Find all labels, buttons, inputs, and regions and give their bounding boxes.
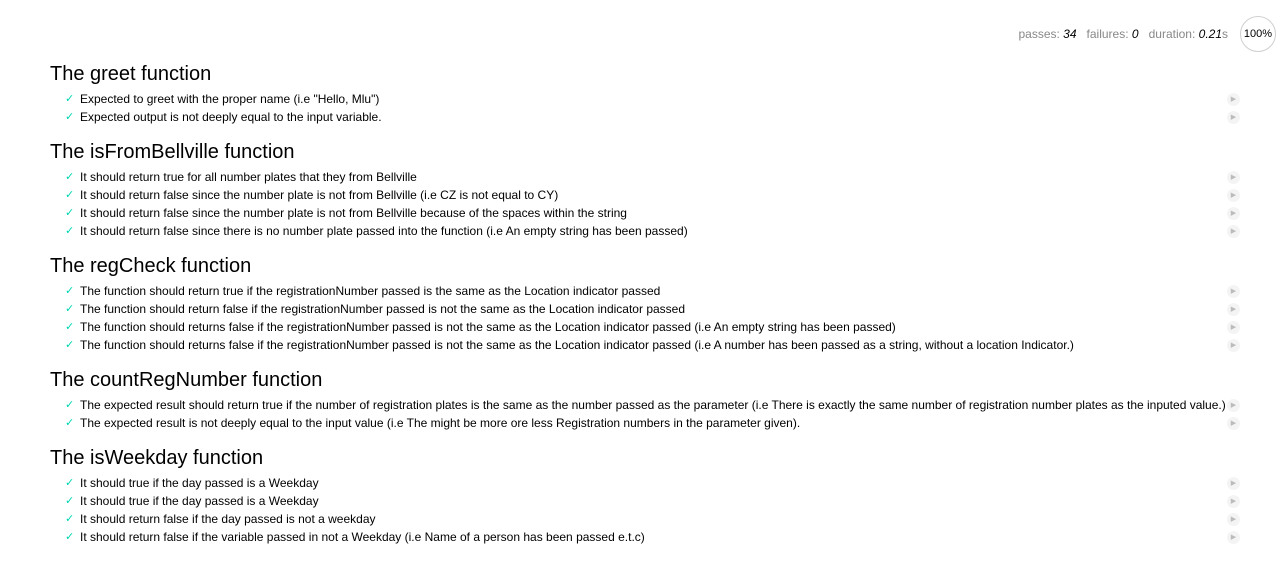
test-item[interactable]: ✓ The expected result is not deeply equal…	[50, 414, 1240, 432]
test-suite: The isWeekday function ✓ It should true if…	[50, 446, 1240, 546]
check-icon: ✓	[65, 285, 75, 297]
progress-indicator: 100%	[1240, 16, 1276, 52]
replay-icon[interactable]: ▶	[1227, 171, 1240, 184]
passes-stat[interactable]: passes: 34	[1018, 27, 1076, 41]
duration-unit: s	[1222, 27, 1228, 41]
check-icon: ✓	[65, 303, 75, 315]
test-title: It should true if the day passed is a We…	[80, 476, 319, 490]
test-item[interactable]: ✓ The function should returns false if th…	[50, 336, 1240, 354]
check-icon: ✓	[65, 321, 75, 333]
check-icon: ✓	[65, 189, 75, 201]
replay-icon[interactable]: ▶	[1227, 303, 1240, 316]
replay-icon[interactable]: ▶	[1227, 477, 1240, 490]
test-item[interactable]: ✓ It should return false if the day passe…	[50, 510, 1240, 528]
duration-label: duration:	[1148, 27, 1196, 41]
test-title: Expected to greet with the proper name (…	[80, 92, 380, 106]
replay-icon[interactable]: ▶	[1227, 399, 1240, 412]
test-item[interactable]: ✓ The function should return true if the …	[50, 282, 1240, 300]
check-icon: ✓	[65, 495, 75, 507]
test-item[interactable]: ✓ Expected to greet with the proper name …	[50, 90, 1240, 108]
test-title: The expected result is not deeply equal …	[80, 416, 801, 430]
check-icon: ✓	[65, 399, 75, 411]
test-suite: The isFromBellville function ✓ It should r…	[50, 140, 1240, 240]
check-icon: ✓	[65, 171, 75, 183]
replay-icon[interactable]: ▶	[1227, 111, 1240, 124]
test-item[interactable]: ✓ It should true if the day passed is a W…	[50, 474, 1240, 492]
replay-icon[interactable]: ▶	[1227, 495, 1240, 508]
stats-bar: passes: 34 failures: 0 duration: 0.21s 1…	[1018, 15, 1276, 53]
duration-stat: duration: 0.21s	[1149, 27, 1228, 41]
check-icon: ✓	[65, 225, 75, 237]
test-title: It should return true for all number pla…	[80, 170, 417, 184]
check-icon: ✓	[65, 207, 75, 219]
replay-icon[interactable]: ▶	[1227, 285, 1240, 298]
test-title: It should return false if the variable p…	[80, 530, 645, 544]
failures-stat[interactable]: failures: 0	[1087, 27, 1139, 41]
suite-title[interactable]: The regCheck function	[50, 254, 1240, 278]
suite-title[interactable]: The isWeekday function	[50, 446, 1240, 470]
test-title: The expected result should return true i…	[80, 398, 1226, 412]
progress-value: 100%	[1243, 28, 1273, 40]
failures-label: failures:	[1086, 27, 1129, 41]
test-title: The function should returns false if the…	[80, 320, 896, 334]
check-icon: ✓	[65, 417, 75, 429]
test-title: The function should returns false if the…	[80, 338, 1074, 352]
check-icon: ✓	[65, 513, 75, 525]
test-item[interactable]: ✓ It should return false if the variable …	[50, 528, 1240, 546]
check-icon: ✓	[65, 339, 75, 351]
test-report: The greet function ✓ Expected to greet wit…	[50, 62, 1240, 560]
replay-icon[interactable]: ▶	[1227, 321, 1240, 334]
test-title: It should return false if the day passed…	[80, 512, 376, 526]
check-icon: ✓	[65, 111, 75, 123]
replay-icon[interactable]: ▶	[1227, 513, 1240, 526]
test-suite: The greet function ✓ Expected to greet wit…	[50, 62, 1240, 126]
test-item[interactable]: ✓ It should return true for all number pl…	[50, 168, 1240, 186]
test-item[interactable]: ✓ It should return false since there is n…	[50, 222, 1240, 240]
test-title: It should return false since there is no…	[80, 224, 688, 238]
test-suite: The regCheck function ✓ The function shoul…	[50, 254, 1240, 354]
test-title: The function should return true if the r…	[80, 284, 661, 298]
test-item[interactable]: ✓ The function should return false if the…	[50, 300, 1240, 318]
check-icon: ✓	[65, 531, 75, 543]
failures-count: 0	[1131, 27, 1139, 41]
test-item[interactable]: ✓ The expected result should return true …	[50, 396, 1240, 414]
duration-value: 0.21	[1198, 27, 1222, 41]
suite-title[interactable]: The greet function	[50, 62, 1240, 86]
test-item[interactable]: ✓ It should return false since the number…	[50, 186, 1240, 204]
suite-title[interactable]: The countRegNumber function	[50, 368, 1240, 392]
replay-icon[interactable]: ▶	[1227, 531, 1240, 544]
test-title: Expected output is not deeply equal to t…	[80, 110, 382, 124]
test-item[interactable]: ✓ Expected output is not deeply equal to …	[50, 108, 1240, 126]
test-item[interactable]: ✓ It should return false since the number…	[50, 204, 1240, 222]
test-title: It should true if the day passed is a We…	[80, 494, 319, 508]
replay-icon[interactable]: ▶	[1227, 225, 1240, 238]
passes-count: 34	[1063, 27, 1077, 41]
test-title: The function should return false if the …	[80, 302, 686, 316]
check-icon: ✓	[65, 477, 75, 489]
test-title: It should return false since the number …	[80, 206, 627, 220]
check-icon: ✓	[65, 93, 75, 105]
test-item[interactable]: ✓ It should true if the day passed is a W…	[50, 492, 1240, 510]
replay-icon[interactable]: ▶	[1227, 339, 1240, 352]
replay-icon[interactable]: ▶	[1227, 189, 1240, 202]
passes-label: passes:	[1018, 27, 1060, 41]
replay-icon[interactable]: ▶	[1227, 417, 1240, 430]
replay-icon[interactable]: ▶	[1227, 207, 1240, 220]
test-item[interactable]: ✓ The function should returns false if th…	[50, 318, 1240, 336]
test-suite: The countRegNumber function ✓ The expected…	[50, 368, 1240, 432]
test-title: It should return false since the number …	[80, 188, 559, 202]
replay-icon[interactable]: ▶	[1227, 93, 1240, 106]
suite-title[interactable]: The isFromBellville function	[50, 140, 1240, 164]
